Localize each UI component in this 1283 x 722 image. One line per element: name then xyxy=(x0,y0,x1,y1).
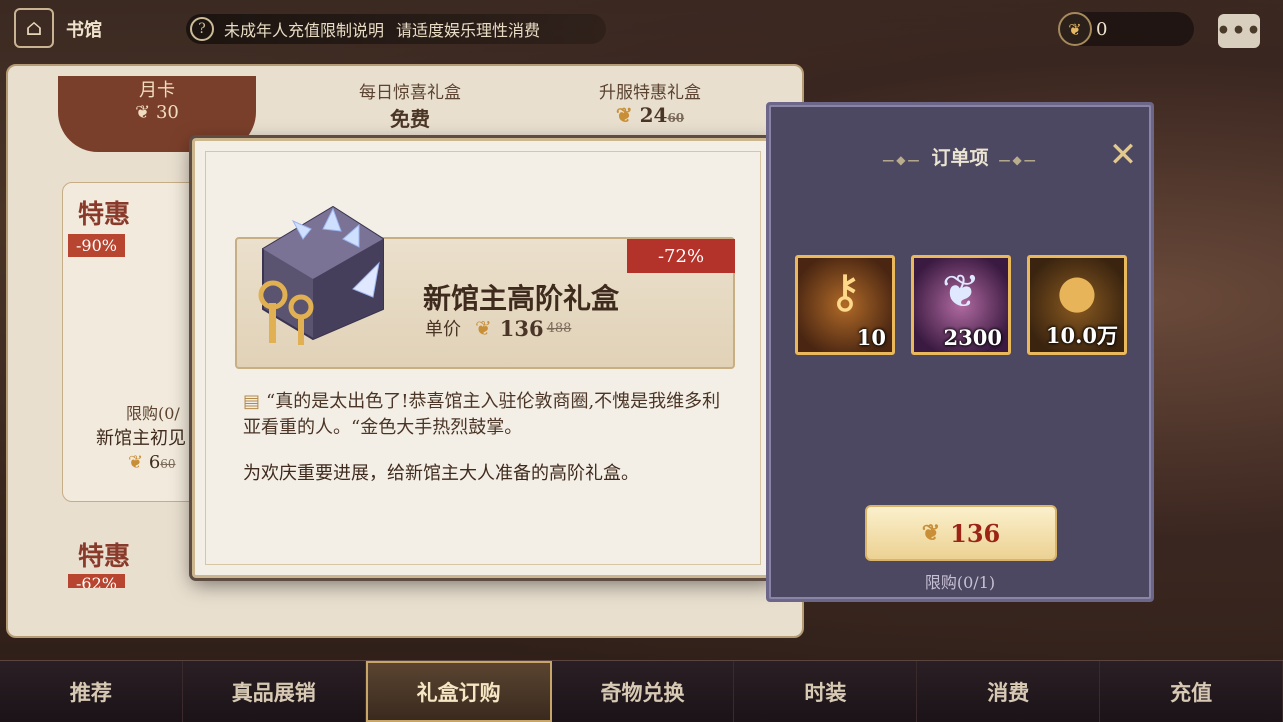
original-price: 488 xyxy=(546,320,572,336)
feather-icon: ❦ xyxy=(475,316,492,340)
discount-tag: -72% xyxy=(627,239,735,273)
key-icon: ⚷ xyxy=(828,264,862,318)
feather-currency-icon: ❦ xyxy=(1058,12,1092,46)
book-icon: ▤ xyxy=(243,391,261,412)
ornament-icon: —◆— xyxy=(998,153,1038,167)
daily-box[interactable]: 每日惊喜礼盒 免费 xyxy=(300,78,520,134)
bottom-tabs: 推荐 真品展销 礼盒订购 奇物兑换 时装 消费 充值 xyxy=(0,660,1283,722)
discount-badge: -90% xyxy=(68,234,125,257)
buy-button[interactable]: ❦ 136 xyxy=(865,505,1057,561)
tab-gift-box[interactable]: 礼盒订购 xyxy=(365,661,552,722)
item-count: 10 xyxy=(856,325,886,350)
daily-price: 免费 xyxy=(390,107,430,131)
feather-icon: ❦ xyxy=(941,264,981,318)
upgrade-old-price: 60 xyxy=(667,111,685,125)
close-icon[interactable]: ✕ xyxy=(1103,135,1143,175)
tab-recharge[interactable]: 充值 xyxy=(1100,661,1283,722)
currency-display[interactable]: ❦ 0 xyxy=(1058,12,1194,46)
help-icon[interactable]: ? xyxy=(190,17,214,41)
product-description: 为欢庆重要进展，给新馆主大人准备的高阶礼盒。 xyxy=(243,463,639,484)
product-name: 新馆主高阶礼盒 xyxy=(423,282,620,315)
tab-consume[interactable]: 消费 xyxy=(917,661,1101,722)
quote-text: “真的是太出色了!恭喜馆主入驻伦敦商圈,不愧是我维多利亚看重的人。“金色大手热烈… xyxy=(243,391,721,438)
product-price: 单价 ❦ 136 488 xyxy=(425,315,571,341)
order-item-coin[interactable]: ● 10.0万 xyxy=(1027,255,1127,355)
upgrade-price: 24 xyxy=(639,103,668,127)
order-item-key[interactable]: ⚷ 10 xyxy=(795,255,895,355)
feather-icon: ❦ xyxy=(135,102,156,123)
tab-exchange[interactable]: 奇物兑换 xyxy=(551,661,735,722)
unit-price-label: 单价 xyxy=(425,319,461,340)
notice-bar[interactable]: ? 未成年人充值限制说明 请适度娱乐理性消费 xyxy=(186,14,606,44)
product-detail-modal: -72% 新馆主高阶礼盒 单价 ❦ 136 488 ▤ “真的是太出色了!恭喜馆主… xyxy=(192,138,774,578)
item-count: 2300 xyxy=(943,325,1002,350)
tab-fashion[interactable]: 时装 xyxy=(734,661,918,722)
upgrade-box[interactable]: 升服特惠礼盒 ❦ 2460 xyxy=(530,78,770,134)
tab-recommend[interactable]: 推荐 xyxy=(0,661,183,722)
discount-badge: -62% xyxy=(68,574,125,588)
hall-title: 书馆 xyxy=(66,20,102,41)
coin-icon: ● xyxy=(1056,264,1098,318)
order-header: —◆— 订单项 —◆— xyxy=(769,143,1151,170)
monthly-label: 月卡 xyxy=(139,80,175,101)
daily-label: 每日惊喜礼盒 xyxy=(359,83,461,103)
item-count: 10.0万 xyxy=(1045,323,1118,348)
chat-icon[interactable]: ••• xyxy=(1216,14,1261,48)
notice-tip: 请适度娱乐理性消费 xyxy=(396,21,541,40)
feather-icon: ❦ xyxy=(921,520,941,546)
card-price: 6 xyxy=(148,452,161,473)
feather-icon: ❦ xyxy=(128,452,149,473)
special-label: 特惠 xyxy=(78,200,131,230)
card-name: 新馆主初见 xyxy=(96,428,186,449)
home-icon[interactable]: ⌂ xyxy=(14,8,54,48)
ornament-icon: —◆— xyxy=(882,153,922,167)
gift-box-image xyxy=(258,205,384,345)
card-old-price: 60 xyxy=(160,457,176,471)
currency-value: 0 xyxy=(1096,18,1108,40)
purchase-limit: 限购(0/1) xyxy=(924,573,996,592)
feather-icon: ❦ xyxy=(615,103,640,127)
order-item-feather[interactable]: ❦ 2300 xyxy=(911,255,1011,355)
special-label: 特惠 xyxy=(78,542,131,572)
tab-genuine-showcase[interactable]: 真品展销 xyxy=(182,661,366,722)
monthly-price: 30 xyxy=(155,102,179,123)
order-title: 订单项 xyxy=(931,147,989,169)
limit-label: 限购(0/ xyxy=(126,404,180,423)
top-bar: ⌂ 书馆 ? 未成年人充值限制说明 请适度娱乐理性消费 ❦ 0 ••• xyxy=(0,0,1283,58)
order-panel: —◆— 订单项 —◆— ✕ ⚷ 10 ❦ 2300 ● 10.0万 ❦ 136 限购… xyxy=(766,102,1154,602)
buy-price: 136 xyxy=(950,518,1001,548)
upgrade-label: 升服特惠礼盒 xyxy=(599,83,701,103)
current-price: 136 xyxy=(499,315,544,341)
notice-link[interactable]: 未成年人充值限制说明 xyxy=(224,17,384,41)
product-quote: ▤ “真的是太出色了!恭喜馆主入驻伦敦商圈,不愧是我维多利亚看重的人。“金色大手热… xyxy=(243,389,729,441)
